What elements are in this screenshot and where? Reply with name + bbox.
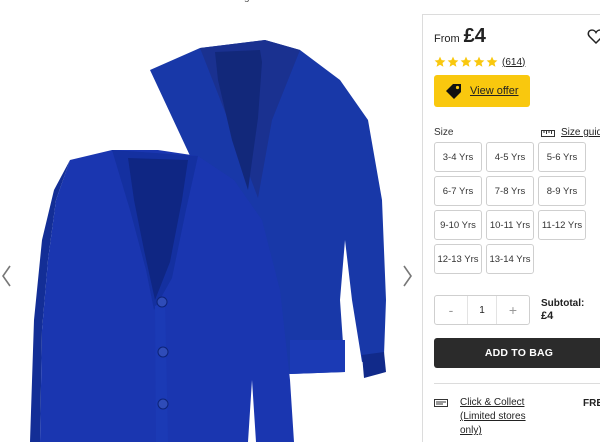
chevron-left-icon: [2, 265, 11, 287]
star-icon: [434, 56, 446, 67]
star-rating: [434, 56, 499, 68]
size-option[interactable]: 8-9 Yrs: [538, 176, 586, 206]
star-icon: [486, 56, 498, 67]
size-options: 3-4 Yrs 4-5 Yrs 5-6 Yrs 6-7 Yrs 7-8 Yrs 8-9 Y…: [434, 142, 594, 274]
price: £4: [463, 25, 486, 47]
subtotal: Subtotal: £4: [541, 298, 584, 322]
add-to-bag-button[interactable]: ADD TO BAG: [434, 338, 600, 368]
quantity-increase-button[interactable]: +: [497, 296, 529, 324]
size-guide-label: Size guide: [561, 127, 600, 138]
star-icon: [460, 56, 472, 67]
next-image-button[interactable]: [400, 262, 414, 290]
view-offer-button[interactable]: View offer: [434, 75, 530, 107]
size-option[interactable]: 11-12 Yrs: [538, 210, 586, 240]
quantity-stepper: - 1 +: [434, 295, 530, 325]
price-tag-icon: [446, 84, 461, 99]
size-option[interactable]: 12-13 Yrs: [434, 244, 482, 274]
size-option[interactable]: 9-10 Yrs: [434, 210, 482, 240]
product-image: [30, 40, 386, 442]
size-option[interactable]: 13-14 Yrs: [486, 244, 534, 274]
subtotal-value: £4: [541, 310, 554, 322]
add-to-bag-label: ADD TO BAG: [484, 347, 554, 359]
click-collect-link[interactable]: Click & Collect (Limited stores only): [460, 396, 540, 438]
page-heading-fragment: g: [244, 0, 250, 3]
heart-icon[interactable]: [587, 27, 600, 45]
size-option[interactable]: 3-4 Yrs: [434, 142, 482, 172]
size-label: Size: [434, 127, 454, 138]
product-gallery: [0, 0, 420, 442]
rating: (614): [434, 56, 525, 68]
view-offer-label: View offer: [470, 85, 519, 97]
price-prefix: From: [434, 33, 460, 45]
rating-count-link[interactable]: (614): [502, 57, 525, 68]
ruler-icon: [541, 129, 555, 137]
quantity-input[interactable]: 1: [467, 296, 497, 324]
size-option[interactable]: 6-7 Yrs: [434, 176, 482, 206]
size-option[interactable]: 4-5 Yrs: [486, 142, 534, 172]
chevron-right-icon: [403, 265, 412, 287]
subtotal-label: Subtotal:: [541, 298, 585, 309]
store-icon: [434, 399, 448, 407]
size-option[interactable]: 10-11 Yrs: [486, 210, 534, 240]
size-guide-link[interactable]: Size guide: [541, 127, 600, 138]
divider: [434, 383, 600, 384]
size-option[interactable]: 5-6 Yrs: [538, 142, 586, 172]
delivery-price: FREE: [583, 398, 600, 409]
purchase-panel: From £4 (614) View offer Size Size guide…: [422, 14, 600, 442]
previous-image-button[interactable]: [0, 262, 14, 290]
star-icon: [473, 56, 485, 67]
quantity-decrease-button[interactable]: -: [435, 296, 467, 324]
size-option[interactable]: 7-8 Yrs: [486, 176, 534, 206]
star-icon: [447, 56, 459, 67]
price-row: From £4: [434, 25, 486, 48]
